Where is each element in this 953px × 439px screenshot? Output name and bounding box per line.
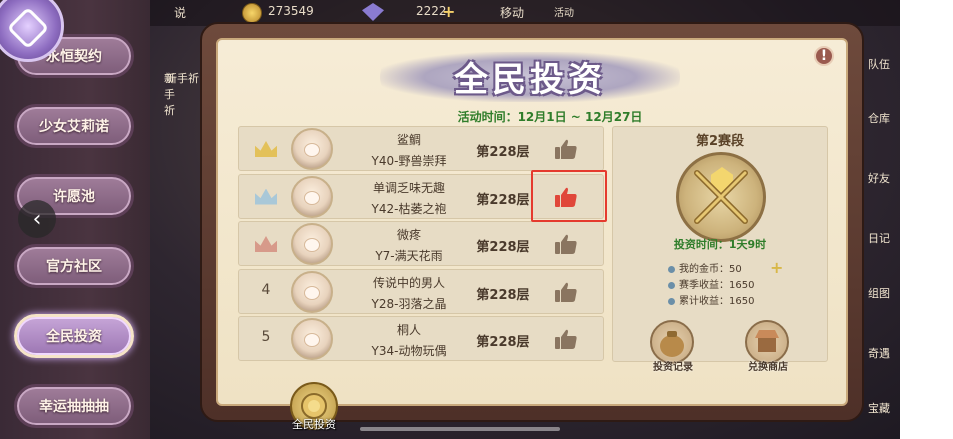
thumbs-up-icon bbox=[555, 234, 577, 254]
bg-label-treasure[interactable]: 宝藏 bbox=[868, 400, 890, 416]
sidebar-item-label: 官方社区 bbox=[46, 259, 102, 275]
investment-record-label: 投资记录 bbox=[653, 362, 693, 373]
rank-number: 4 bbox=[261, 281, 271, 298]
scroll-indicator bbox=[360, 427, 560, 431]
season-income-line: 赛季收益：1650 bbox=[668, 276, 754, 291]
like-button[interactable] bbox=[551, 136, 581, 162]
game-screen: 说 273549 2222 + 移动 活动 队伍 仓库 好友 日记 组图 奇遇 … bbox=[0, 0, 953, 439]
like-button[interactable] bbox=[551, 279, 581, 305]
player-name: 鲨鲷 bbox=[396, 133, 421, 147]
bg-label-atlas[interactable]: 组图 bbox=[868, 285, 890, 301]
avatar[interactable] bbox=[291, 318, 333, 360]
floor-level: 第228层 bbox=[476, 240, 530, 255]
gold-amount: 273549 bbox=[268, 4, 314, 18]
ranking-row: 微疼 Y7-满天花雨 第228层 bbox=[238, 221, 604, 266]
stage-title: 第2赛段 bbox=[695, 134, 745, 149]
thumbs-up-icon bbox=[555, 329, 577, 349]
player-name: 微疼 bbox=[396, 228, 421, 242]
money-bag-icon bbox=[660, 331, 684, 357]
floor-level: 第228层 bbox=[476, 145, 530, 160]
highlight-box bbox=[531, 170, 607, 222]
invest-time: 投资时间：1天9时 bbox=[673, 238, 767, 251]
my-gold-line: 我的金币：50 bbox=[668, 260, 742, 275]
stage-emblem-icon bbox=[676, 152, 766, 242]
bottom-tab-label: 全民投资 bbox=[292, 418, 336, 431]
avatar[interactable] bbox=[291, 223, 333, 265]
sidebar-item-lucky-draw[interactable]: 幸运抽抽抽 bbox=[14, 384, 134, 428]
total-income: 累计收益：1650 bbox=[679, 296, 755, 307]
bg-label-diary[interactable]: 日记 bbox=[868, 230, 890, 246]
ranking-row: 4 传说中的男人 Y28-羽落之晶 第228层 bbox=[238, 268, 604, 314]
exchange-shop-label: 兑换商店 bbox=[748, 362, 788, 373]
right-blank-area bbox=[900, 0, 953, 439]
player-name: 传说中的男人 bbox=[372, 275, 445, 290]
avatar-face-shape bbox=[304, 238, 320, 252]
bullet-icon bbox=[668, 265, 675, 273]
thumbs-up-icon bbox=[555, 282, 577, 302]
gem-icon bbox=[362, 3, 384, 21]
total-income-line: 累计收益：1650 bbox=[668, 292, 754, 307]
plus-icon[interactable]: + bbox=[770, 258, 783, 277]
sidebar-item-label: 幸运抽抽抽 bbox=[39, 399, 109, 415]
crossed-swords-icon bbox=[694, 170, 748, 224]
bg-label-adventure[interactable]: 奇遇 bbox=[868, 345, 890, 361]
player-name: 桐人 bbox=[396, 323, 421, 337]
bg-label-friends[interactable]: 好友 bbox=[868, 170, 890, 186]
avatar-face-shape bbox=[304, 190, 320, 205]
avatar-face-shape bbox=[304, 143, 320, 157]
ranking-list: 鲨鲷 Y40-野兽崇拜 第228层 单调乏味无趣 Y42-枯萎之袍 第228层 微疼 Y7-满… bbox=[238, 126, 604, 361]
avatar[interactable] bbox=[291, 270, 333, 313]
bronze-crown-icon bbox=[255, 236, 277, 252]
newbie-label-overlay[interactable]: 新手祈 bbox=[166, 70, 199, 86]
ranking-row: 5 桐人 Y34-动物玩偶 第228层 bbox=[238, 316, 604, 361]
bullet-icon bbox=[668, 281, 675, 289]
my-gold: 我的金币：50 bbox=[679, 264, 742, 275]
activity-time: 活动时间：12月1日 ~ 12月27日 bbox=[457, 110, 643, 124]
player-guild: Y40-野兽崇拜 bbox=[371, 154, 447, 168]
player-name: 单调乏味无趣 bbox=[372, 180, 445, 195]
top-left-label: 说 bbox=[174, 6, 187, 20]
ranking-row: 鲨鲷 Y40-野兽崇拜 第228层 bbox=[238, 126, 604, 171]
season-income: 赛季收益：1650 bbox=[679, 280, 755, 291]
player-guild: Y34-动物玩偶 bbox=[371, 344, 447, 358]
floor-level: 第228层 bbox=[476, 192, 530, 208]
bg-label-warehouse[interactable]: 仓库 bbox=[868, 110, 890, 126]
player-guild: Y42-枯萎之袍 bbox=[371, 201, 447, 216]
sidebar-item-girl-eleanor[interactable]: 少女艾莉诺 bbox=[14, 104, 134, 148]
sidebar-item-national-investment[interactable]: 全民投资 bbox=[14, 314, 134, 358]
player-guild: Y28-羽落之晶 bbox=[371, 296, 447, 311]
avatar-face-shape bbox=[304, 285, 320, 300]
thumbs-up-icon bbox=[555, 139, 577, 159]
avatar[interactable] bbox=[291, 175, 333, 218]
sidebar-item-official-community[interactable]: 官方社区 bbox=[14, 244, 134, 288]
avatar-face-shape bbox=[304, 333, 320, 347]
avatar[interactable] bbox=[291, 128, 333, 170]
exclamation-icon[interactable]: ! bbox=[814, 46, 834, 66]
coin-icon bbox=[242, 3, 262, 23]
like-button[interactable] bbox=[551, 231, 581, 257]
sidebar-item-label: 全民投资 bbox=[46, 329, 102, 345]
shop-stall-icon bbox=[755, 330, 779, 352]
player-guild: Y7-满天花雨 bbox=[375, 249, 443, 263]
like-button[interactable] bbox=[551, 326, 581, 352]
floor-level: 第228层 bbox=[476, 287, 530, 303]
page-title: 全民投资 bbox=[454, 60, 606, 100]
bg-label-team[interactable]: 队伍 bbox=[868, 56, 890, 72]
sidebar-item-label: 少女艾莉诺 bbox=[39, 119, 109, 135]
logo-diamond-shape bbox=[6, 6, 50, 50]
chevron-left-icon[interactable]: ‹ bbox=[18, 200, 56, 238]
silver-crown-icon bbox=[255, 188, 277, 205]
gold-crown-icon bbox=[255, 141, 277, 157]
floor-level: 第228层 bbox=[476, 335, 530, 350]
event-icon-label[interactable]: 活动 bbox=[554, 4, 574, 19]
add-gem-plus-icon[interactable]: + bbox=[442, 2, 455, 21]
sidebar-item-label: 许愿池 bbox=[53, 189, 95, 205]
move-label[interactable]: 移动 bbox=[500, 4, 524, 21]
bullet-icon bbox=[668, 297, 675, 305]
rank-number: 5 bbox=[261, 329, 271, 345]
